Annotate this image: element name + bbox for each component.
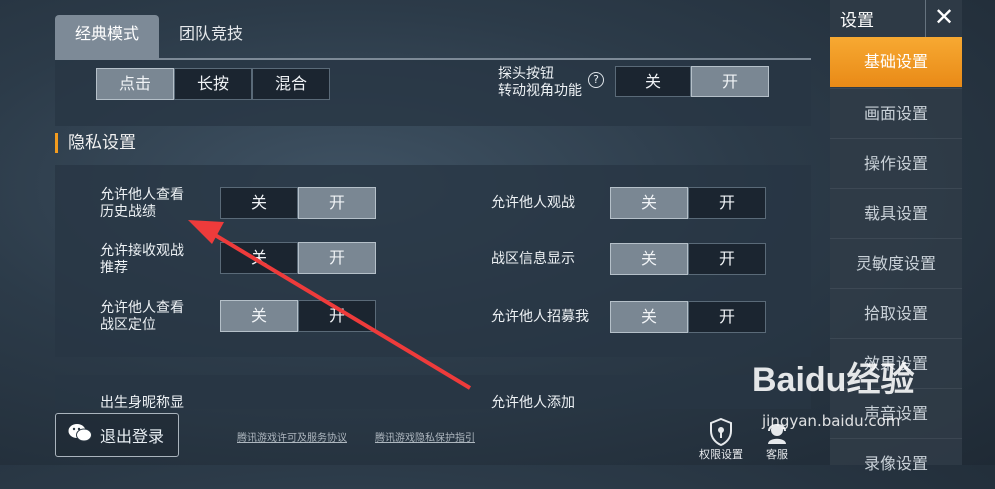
baidu-watermark-url: jingyan.baidu.com xyxy=(762,412,901,430)
baidu-watermark-logo: Baidu经验 xyxy=(752,361,915,399)
